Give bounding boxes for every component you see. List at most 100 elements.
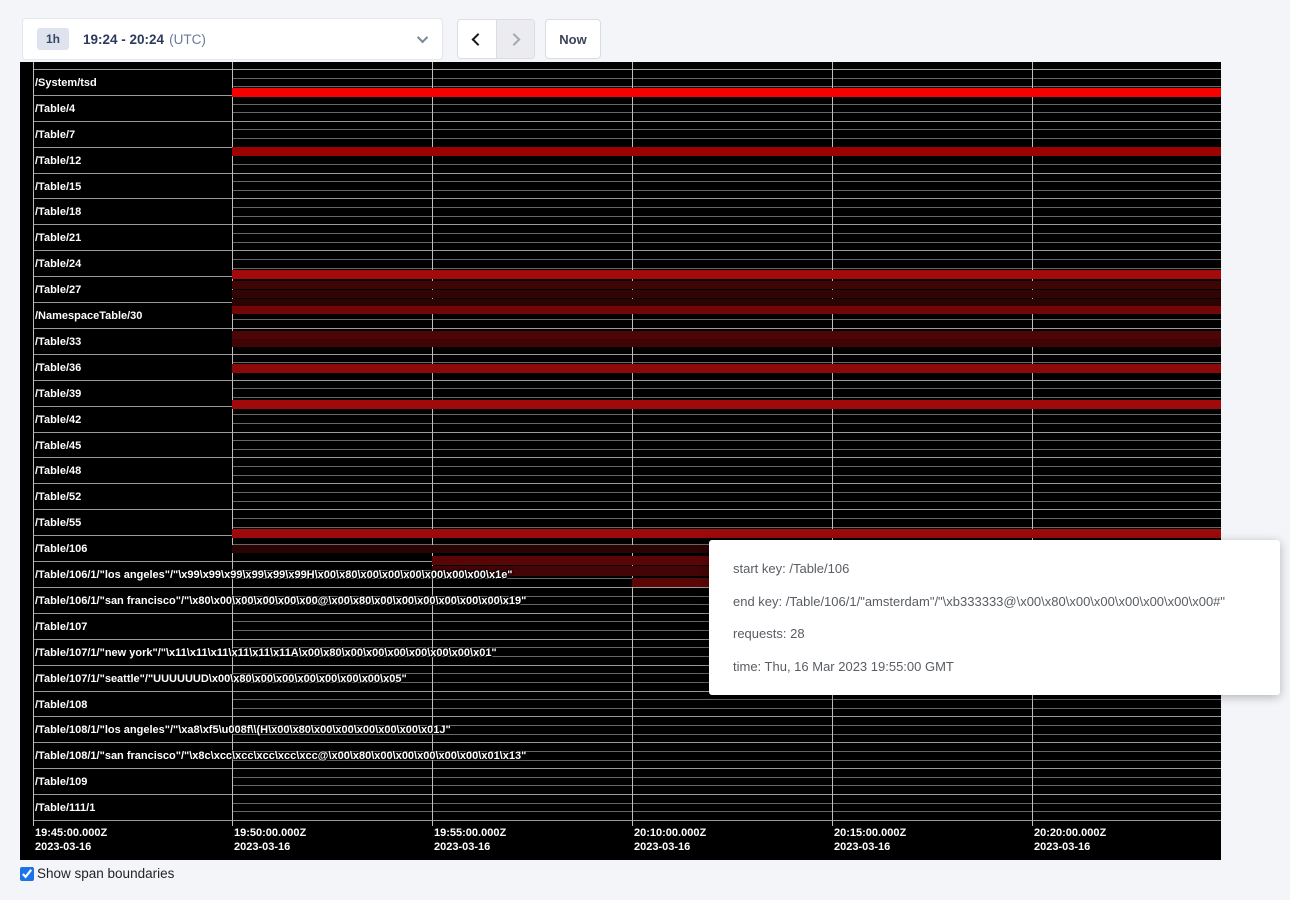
span-boundary-line [232,362,1221,363]
row-boundary-line [33,794,1221,795]
span-boundary-line [232,751,1221,752]
span-boundary-line [232,164,1221,165]
row-boundary-line [33,380,1221,381]
span-boundary-line [232,708,1221,709]
heat-band [232,270,1221,279]
row-label: /Table/48 [35,465,81,477]
span-boundary-line [232,785,1221,786]
span-boundary-line [232,449,1221,450]
x-axis-date-label: 2023-03-16 [434,841,490,853]
x-axis-date-label: 2023-03-16 [234,841,290,853]
x-axis-date-label: 2023-03-16 [1034,841,1090,853]
span-boundary-line [232,207,1221,208]
span-boundary-line [232,811,1221,812]
row-label: /Table/36 [35,362,81,374]
row-label: /Table/33 [35,336,81,348]
span-boundary-line [232,466,1221,467]
time-gridline [232,62,233,826]
tooltip-line: requests: 28 [733,626,1256,641]
row-boundary-line [33,328,1221,329]
span-boundary-line [232,760,1221,761]
span-boundary-line [232,492,1221,493]
row-label: /Table/24 [35,258,81,270]
row-label: /Table/109 [35,776,87,788]
key-visualizer-canvas[interactable]: /System/tsd/Table/4/Table/7/Table/12/Tab… [20,62,1221,860]
heat-band [232,290,1221,298]
tooltip-line: start key: /Table/106 [733,561,1256,576]
time-gridline [432,62,433,826]
row-label: /Table/111/1 [35,802,95,814]
span-boundary-line [232,734,1221,735]
next-time-button[interactable] [496,20,534,58]
span-boundary-line [232,259,1221,260]
prev-time-button[interactable] [458,20,496,58]
row-label: /Table/39 [35,388,81,400]
row-boundary-line [33,716,1221,717]
row-label: /Table/106 [35,543,87,555]
footer: Show span boundaries [20,866,174,881]
time-window-select[interactable]: 1h 19:24 - 20:24 (UTC) [22,18,443,60]
row-label: /Table/55 [35,517,81,529]
row-boundary-line [33,121,1221,122]
heat-band [232,400,1221,409]
row-label: /Table/27 [35,284,81,296]
span-boundary-line [232,699,1221,700]
row-label: /Table/52 [35,491,81,503]
x-axis-time-label: 20:20:00.000Z [1034,827,1106,839]
row-boundary-line [33,742,1221,743]
now-button[interactable]: Now [545,19,601,59]
time-gridline [33,62,34,826]
row-label: /System/tsd [35,77,97,89]
x-axis-date-label: 2023-03-16 [834,841,890,853]
row-boundary-line [33,457,1221,458]
x-axis-date-label: 2023-03-16 [35,841,91,853]
row-boundary-line [33,432,1221,433]
hover-tooltip: start key: /Table/106 end key: /Table/106… [709,540,1280,695]
show-span-boundaries-checkbox[interactable] [20,867,34,881]
row-label: /Table/4 [35,103,75,115]
span-boundary-line [232,397,1221,398]
span-boundary-line [232,319,1221,320]
time-gridline [1032,62,1033,826]
time-gridline [832,62,833,826]
span-boundary-line [232,138,1221,139]
row-boundary-line [33,69,1221,70]
row-label: /Table/7 [35,129,75,141]
row-boundary-line [33,250,1221,251]
time-gridline [632,62,633,826]
show-span-boundaries-label: Show span boundaries [37,866,174,881]
chevron-right-icon [508,33,521,46]
row-boundary-line [33,173,1221,174]
span-boundary-line [232,501,1221,502]
span-boundary-line [232,78,1221,79]
tooltip-line: end key: /Table/106/1/"amsterdam"/"\xb33… [733,594,1256,609]
row-label: /Table/42 [35,414,81,426]
time-window-zone: (UTC) [169,32,206,47]
row-boundary-line [33,509,1221,510]
heat-band [232,529,1221,538]
row-label: /Table/107 [35,621,87,633]
tooltip-line: time: Thu, 16 Mar 2023 19:55:00 GMT [733,659,1256,674]
heat-band [232,306,1221,314]
row-label: /Table/45 [35,440,81,452]
x-axis-time-label: 19:55:00.000Z [434,827,506,839]
x-axis-time-label: 20:10:00.000Z [634,827,706,839]
heat-band [232,331,1221,339]
span-boundary-line [232,518,1221,519]
x-axis-time-label: 19:45:00.000Z [35,827,107,839]
span-boundary-line [232,129,1221,130]
row-boundary-line [33,354,1221,355]
span-boundary-line [232,112,1221,113]
span-boundary-line [232,803,1221,804]
row-boundary-line [33,768,1221,769]
span-boundary-line [232,423,1221,424]
heat-band [232,364,1221,373]
row-boundary-line [33,820,1221,821]
span-boundary-line [232,86,1221,87]
heat-band [232,147,1221,156]
span-boundary-line [232,475,1221,476]
span-boundary-line [232,268,1221,269]
row-label: /Table/21 [35,232,81,244]
x-axis-date-label: 2023-03-16 [634,841,690,853]
span-boundary-line [232,527,1221,528]
